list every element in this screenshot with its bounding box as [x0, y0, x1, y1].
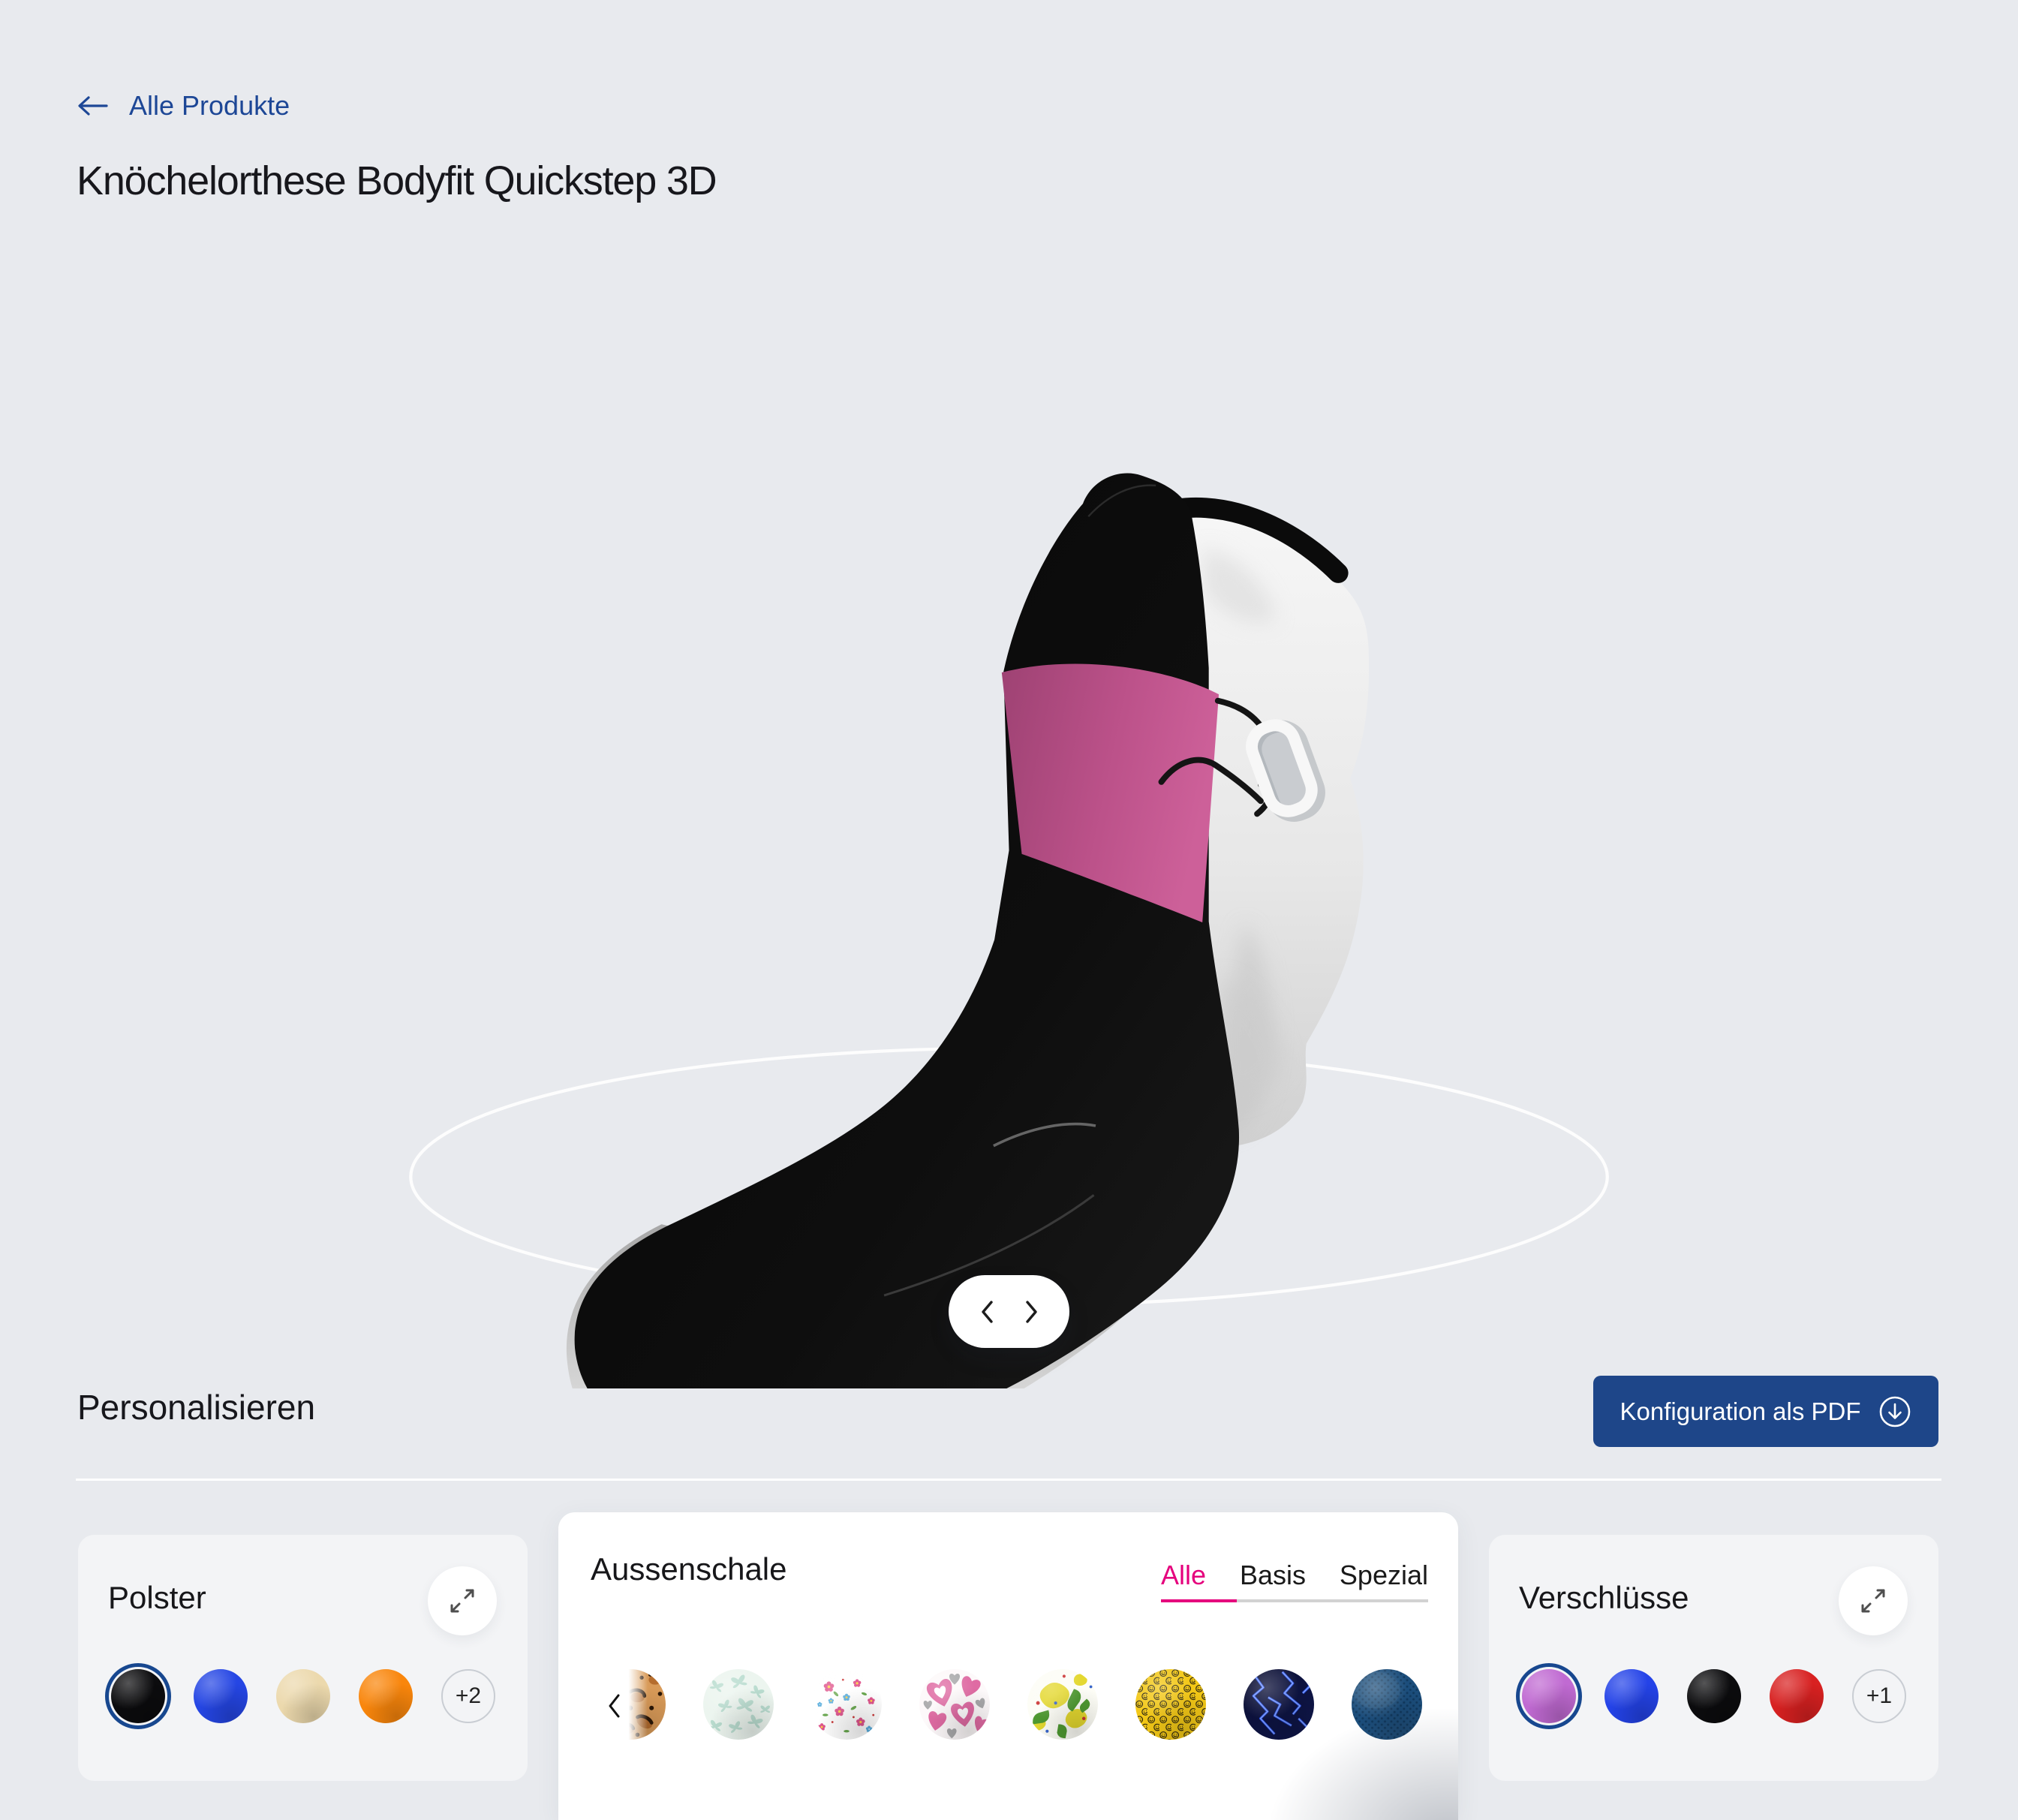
tab-alle[interactable]: Alle — [1161, 1560, 1206, 1591]
download-pdf-button[interactable]: Konfiguration als PDF — [1593, 1376, 1938, 1447]
download-pdf-label: Konfiguration als PDF — [1620, 1397, 1861, 1426]
chevron-left-icon — [608, 1694, 621, 1718]
back-to-products-link[interactable]: Alle Produkte — [75, 90, 290, 122]
pattern-swatch-flowers[interactable] — [811, 1669, 882, 1740]
expand-icon — [1858, 1586, 1888, 1616]
closures-swatch-orchid[interactable] — [1522, 1669, 1576, 1723]
rotate-control — [949, 1275, 1069, 1348]
pattern-swatch-lightning[interactable] — [1244, 1669, 1314, 1740]
panel-padding: Polster +2 — [78, 1535, 528, 1781]
panel-padding-title: Polster — [108, 1580, 206, 1616]
padding-swatch-blue[interactable] — [194, 1669, 248, 1723]
closures-swatch-red[interactable] — [1770, 1669, 1824, 1723]
chevron-right-icon — [1025, 1301, 1038, 1323]
padding-swatch-black[interactable] — [111, 1669, 165, 1723]
tab-spezial[interactable]: Spezial — [1340, 1560, 1428, 1591]
pattern-swatch-leopard[interactable] — [625, 1669, 666, 1740]
product-3d-canvas[interactable] — [300, 338, 1726, 1388]
padding-swatch-orange[interactable] — [359, 1669, 413, 1723]
tab-underline — [1161, 1599, 1428, 1602]
closures-swatch-blue[interactable] — [1604, 1669, 1659, 1723]
padding-swatch-beige[interactable] — [276, 1669, 330, 1723]
pattern-swatch-dots[interactable] — [1352, 1669, 1422, 1740]
page-title: Knöchelorthese Bodyfit Quickstep 3D — [77, 158, 716, 204]
padding-swatch-row: +2 — [111, 1669, 495, 1723]
closures-swatch-row: +1 — [1522, 1669, 1906, 1723]
padding-more-badge[interactable]: +2 — [441, 1669, 495, 1723]
pattern-swatch-hearts[interactable] — [919, 1669, 990, 1740]
closures-more-badge[interactable]: +1 — [1852, 1669, 1906, 1723]
section-divider — [76, 1479, 1941, 1481]
pattern-carousel — [625, 1669, 1458, 1740]
rotate-next-button[interactable] — [1021, 1296, 1042, 1328]
back-link-label: Alle Produkte — [129, 90, 290, 122]
configurator-page: Alle Produkte Knöchelorthese Bodyfit Qui… — [0, 0, 2018, 1820]
panel-shell: Aussenschale Alle Basis Spezial — [558, 1512, 1458, 1820]
pattern-carousel-prev-button[interactable] — [605, 1691, 624, 1723]
closures-swatch-black[interactable] — [1687, 1669, 1741, 1723]
download-icon — [1878, 1394, 1912, 1429]
panel-closures: Verschlüsse +1 — [1489, 1535, 1938, 1781]
chevron-left-icon — [981, 1301, 994, 1323]
shell-tabs: Alle Basis Spezial — [1161, 1560, 1428, 1591]
personalize-heading: Personalisieren — [77, 1387, 315, 1427]
panel-padding-expand-button[interactable] — [428, 1566, 497, 1635]
panel-closures-expand-button[interactable] — [1839, 1566, 1908, 1635]
tab-basis[interactable]: Basis — [1240, 1560, 1306, 1591]
pattern-swatch-smileys[interactable] — [1135, 1669, 1206, 1740]
pattern-swatch-splash[interactable] — [1027, 1669, 1098, 1740]
expand-icon — [447, 1586, 477, 1616]
panel-closures-title: Verschlüsse — [1519, 1580, 1689, 1616]
arrow-left-icon — [75, 94, 110, 118]
panel-shell-title: Aussenschale — [591, 1551, 787, 1587]
rotate-prev-button[interactable] — [976, 1296, 998, 1328]
pattern-swatch-butterflies[interactable] — [703, 1669, 774, 1740]
